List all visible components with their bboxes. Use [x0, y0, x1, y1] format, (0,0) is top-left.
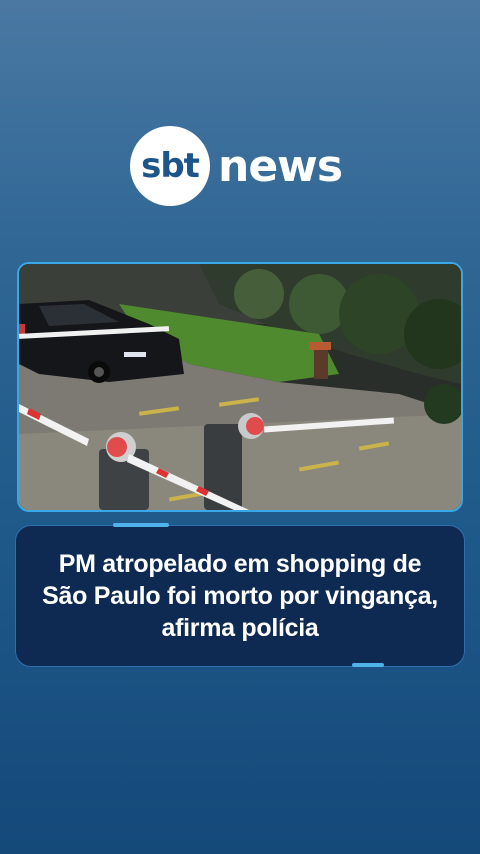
logo-word: news	[218, 140, 343, 192]
logo-circle: sbt	[130, 126, 210, 206]
news-photo[interactable]	[17, 262, 463, 512]
headline-text: PM atropelado em shopping de São Paulo f…	[42, 550, 438, 642]
parking-barrier-photo	[19, 264, 461, 510]
headline-card[interactable]: PM atropelado em shopping de São Paulo f…	[15, 525, 465, 667]
logo-circle-text: sbt	[141, 146, 200, 186]
card-accent-top	[113, 523, 169, 527]
sbt-news-logo: sbt news	[130, 123, 352, 209]
card-accent-bottom	[352, 663, 384, 667]
